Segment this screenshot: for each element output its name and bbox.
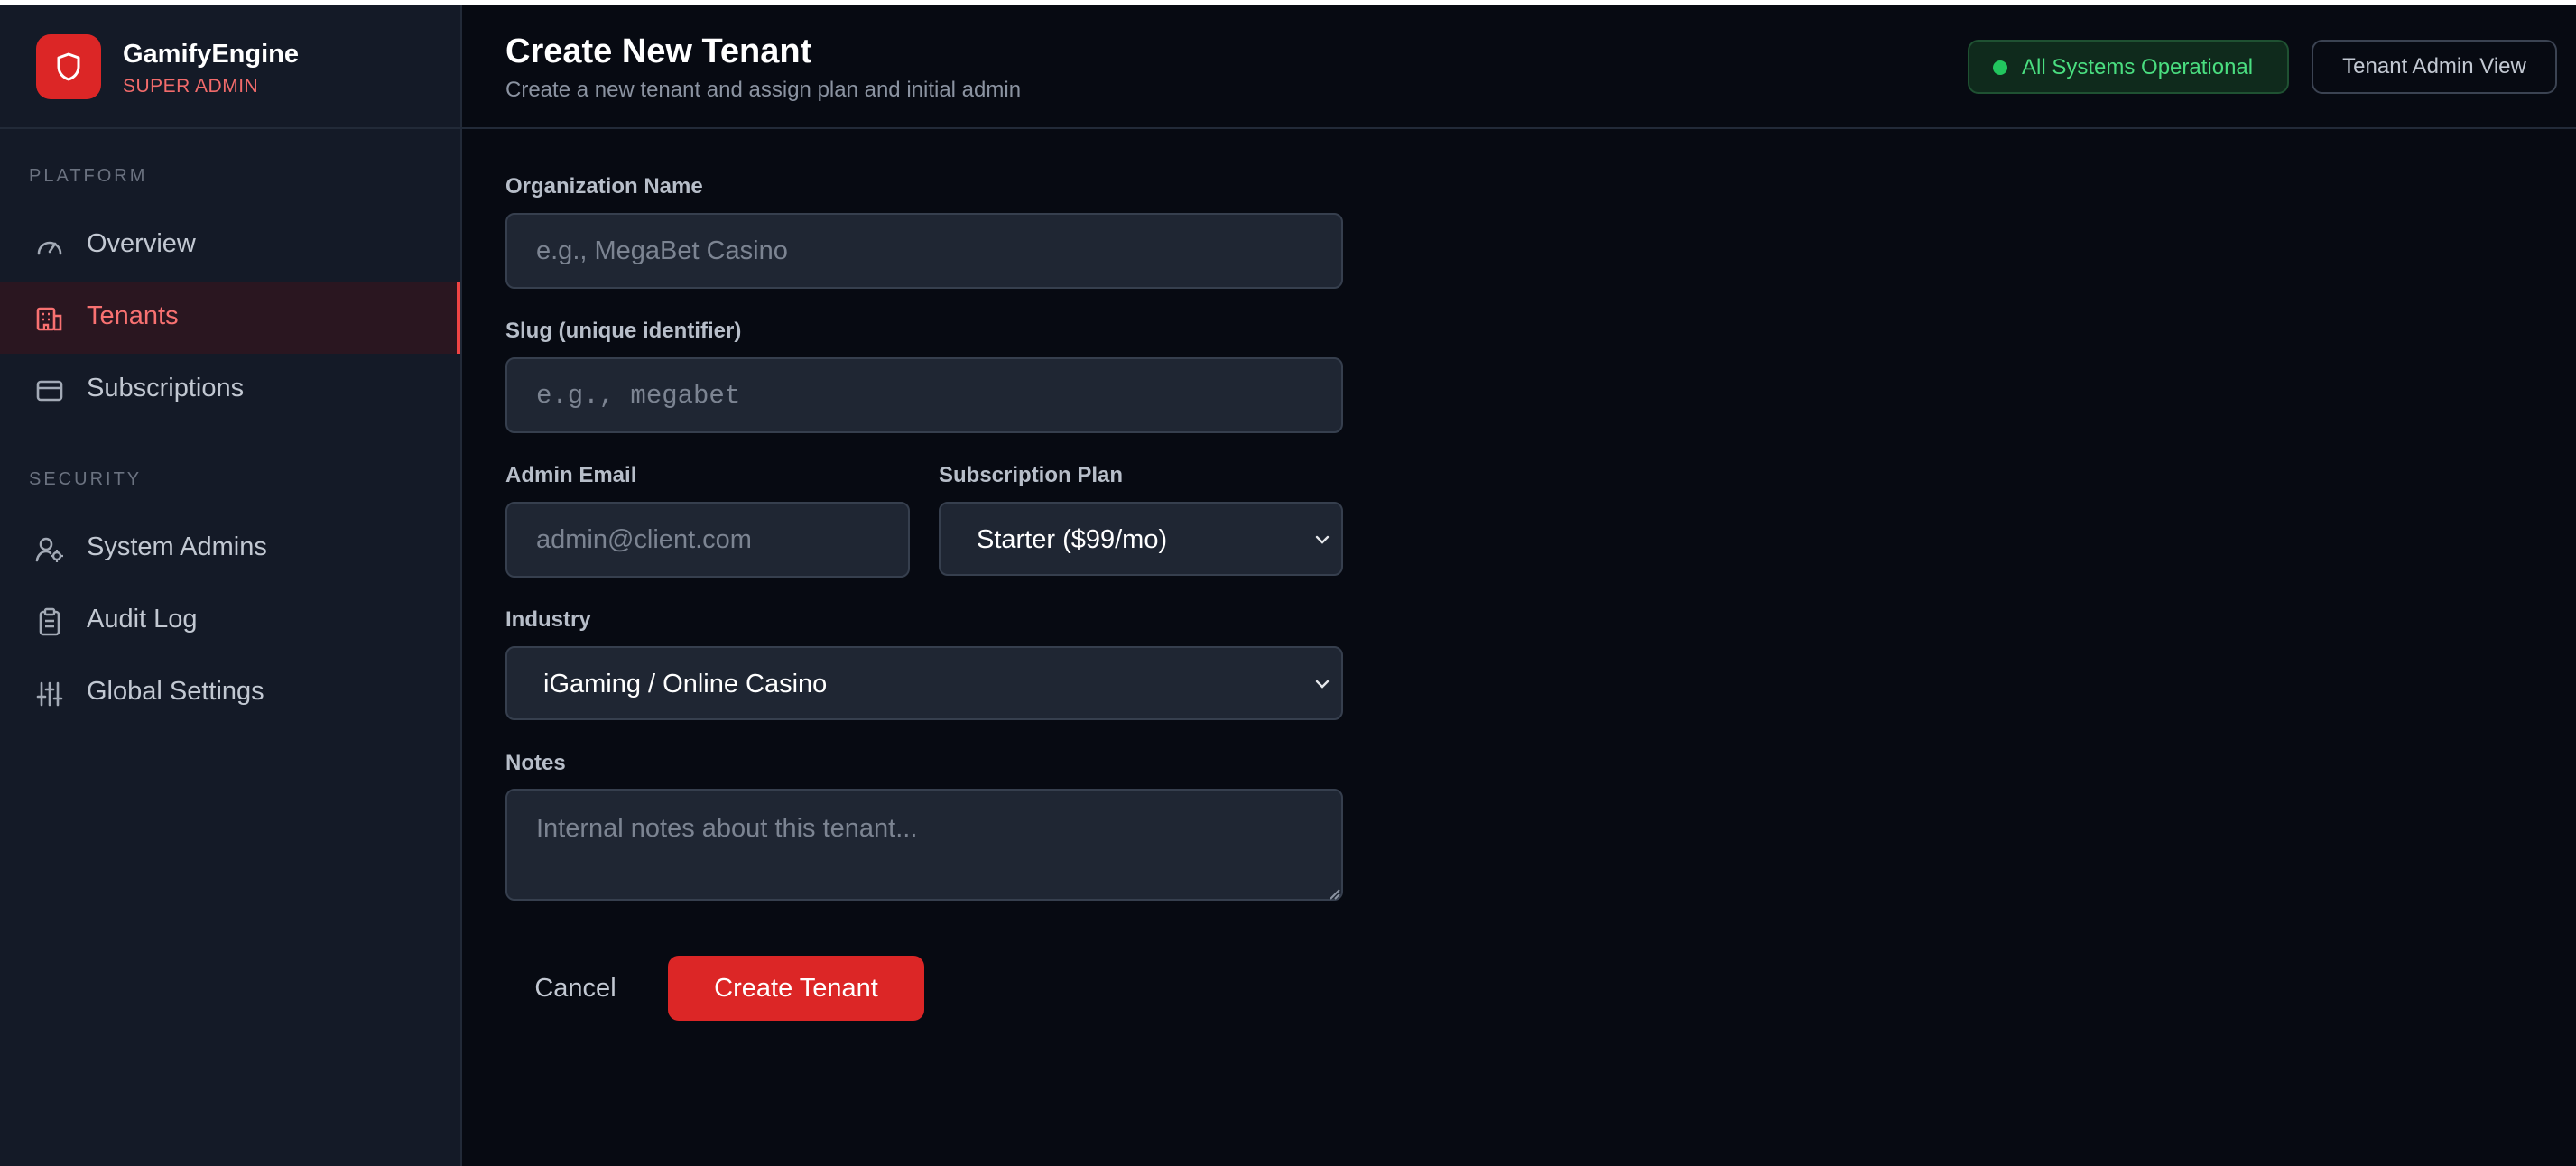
sidebar-item-label: Subscriptions bbox=[87, 374, 245, 403]
admin-email-input[interactable] bbox=[505, 502, 910, 578]
slug-label: Slug (unique identifier) bbox=[505, 319, 742, 343]
slug-input[interactable] bbox=[505, 357, 1343, 433]
brand-block: GamifyEngine SUPER ADMIN bbox=[0, 5, 460, 129]
page-header: Create New Tenant Create a new tenant an… bbox=[462, 5, 2576, 129]
subscription-plan-select[interactable]: Starter ($99/mo) bbox=[939, 502, 1343, 576]
status-dot-icon bbox=[1993, 60, 2007, 75]
tenant-admin-view-button[interactable]: Tenant Admin View bbox=[2312, 40, 2557, 94]
user-cog-icon bbox=[34, 536, 65, 563]
sidebar-item-overview[interactable]: Overview bbox=[0, 209, 460, 282]
chevron-down-icon bbox=[1315, 680, 1330, 689]
status-text: All Systems Operational bbox=[2022, 55, 2254, 79]
clipboard-icon bbox=[34, 607, 65, 636]
industry-select[interactable]: iGaming / Online Casino bbox=[505, 646, 1343, 720]
sidebar-item-system-admins[interactable]: System Admins bbox=[0, 513, 460, 585]
sidebar-item-label: Global Settings bbox=[87, 677, 264, 706]
notes-textarea[interactable] bbox=[505, 789, 1343, 901]
shield-logo-icon bbox=[36, 34, 101, 99]
sidebar-item-label: System Admins bbox=[87, 532, 267, 561]
brand-role: SUPER ADMIN bbox=[123, 76, 259, 97]
sidebar-item-label: Overview bbox=[87, 229, 196, 258]
industry-value: iGaming / Online Casino bbox=[543, 670, 828, 699]
admin-email-label: Admin Email bbox=[505, 463, 637, 487]
gauge-icon bbox=[34, 233, 65, 260]
subscription-plan-label: Subscription Plan bbox=[939, 463, 1124, 487]
chevron-down-icon bbox=[1315, 535, 1330, 544]
org-name-label: Organization Name bbox=[505, 174, 703, 199]
sidebar-item-label: Audit Log bbox=[87, 605, 198, 634]
resize-handle-icon[interactable] bbox=[1325, 884, 1341, 901]
credit-card-icon bbox=[34, 377, 65, 404]
sliders-icon bbox=[34, 680, 65, 708]
section-label-platform: PLATFORM bbox=[29, 166, 148, 186]
brand-name: GamifyEngine bbox=[123, 40, 299, 69]
building-icon bbox=[34, 305, 65, 332]
page-title: Create New Tenant bbox=[505, 32, 812, 70]
sidebar: GamifyEngine SUPER ADMIN PLATFORM Overvi… bbox=[0, 5, 462, 1166]
create-tenant-button[interactable]: Create Tenant bbox=[668, 956, 924, 1021]
sidebar-item-subscriptions[interactable]: Subscriptions bbox=[0, 354, 460, 426]
sidebar-item-tenants[interactable]: Tenants bbox=[0, 282, 460, 354]
org-name-input[interactable] bbox=[505, 213, 1343, 289]
subscription-plan-value: Starter ($99/mo) bbox=[977, 525, 1168, 554]
industry-label: Industry bbox=[505, 607, 591, 632]
sidebar-item-global-settings[interactable]: Global Settings bbox=[0, 657, 460, 729]
cancel-button[interactable]: Cancel bbox=[505, 956, 645, 1021]
sidebar-item-label: Tenants bbox=[87, 301, 179, 330]
section-label-security: SECURITY bbox=[29, 469, 143, 489]
notes-label: Notes bbox=[505, 751, 566, 775]
sidebar-item-audit-log[interactable]: Audit Log bbox=[0, 585, 460, 657]
status-badge: All Systems Operational bbox=[1968, 40, 2289, 94]
page-subtitle: Create a new tenant and assign plan and … bbox=[505, 78, 1022, 102]
